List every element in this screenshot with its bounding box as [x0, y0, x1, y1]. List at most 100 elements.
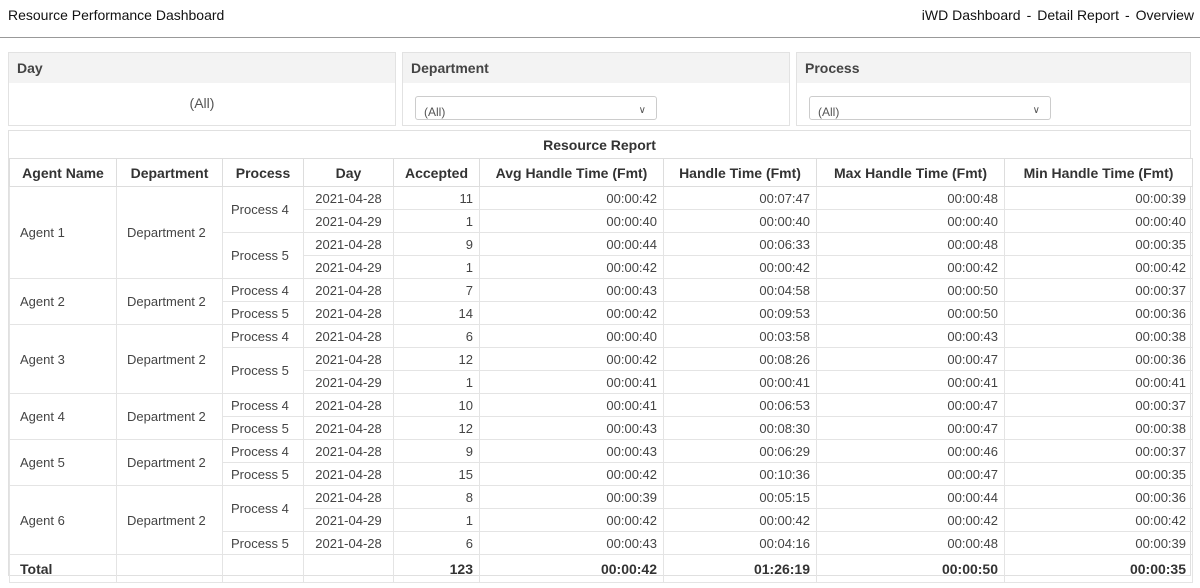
process-cell: Process 4	[222, 186, 304, 233]
avg-handle-time-cell: 00:00:39	[479, 485, 664, 509]
col-header-department[interactable]: Department	[116, 158, 223, 187]
handle-time-cell: 00:03:58	[663, 324, 817, 348]
agent-name-cell: Agent 1	[9, 186, 117, 279]
department-cell: Department 2	[116, 186, 223, 279]
min-handle-time-cell: 00:00:37	[1004, 393, 1193, 417]
avg-handle-time-cell: 00:00:44	[479, 232, 664, 256]
avg-handle-time-cell: 00:00:41	[479, 393, 664, 417]
day-cell: 2021-04-28	[303, 462, 394, 486]
handle-time-cell: 00:07:47	[663, 186, 817, 210]
avg-handle-time-cell: 00:00:42	[479, 347, 664, 371]
max-handle-time-cell: 00:00:43	[816, 324, 1005, 348]
accepted-cell: 6	[393, 324, 480, 348]
nav-breadcrumb: iWD Dashboard - Detail Report - Overview	[922, 7, 1194, 23]
avg-handle-time-cell: 00:00:43	[479, 531, 664, 555]
process-cell: Process 4	[222, 324, 304, 348]
handle-time-cell: 00:06:29	[663, 439, 817, 463]
accepted-cell: 12	[393, 347, 480, 371]
accepted-cell: 9	[393, 232, 480, 256]
process-filter: Process (All) ∨	[796, 52, 1191, 126]
min-handle-time-cell: 00:00:42	[1004, 255, 1193, 279]
total-empty-cell	[303, 554, 394, 583]
max-handle-time-cell: 00:00:50	[816, 278, 1005, 302]
day-filter-value[interactable]: (All)	[9, 83, 395, 111]
department-cell: Department 2	[116, 439, 223, 486]
max-handle-time-cell: 00:00:41	[816, 370, 1005, 394]
total-empty-cell	[116, 554, 223, 583]
max-handle-time-cell: 00:00:47	[816, 416, 1005, 440]
day-cell: 2021-04-29	[303, 370, 394, 394]
day-cell: 2021-04-28	[303, 347, 394, 371]
agent-name-cell: Agent 6	[9, 485, 117, 555]
process-filter-label: Process	[797, 53, 1190, 83]
col-header-max-handle-time[interactable]: Max Handle Time (Fmt)	[816, 158, 1005, 187]
nav-detail-report[interactable]: Detail Report	[1037, 7, 1119, 23]
department-cell: Department 2	[116, 324, 223, 394]
day-cell: 2021-04-28	[303, 485, 394, 509]
table-row: Agent 2 Department 2 Process 4 2021-04-28 7 0…	[9, 278, 1193, 325]
min-handle-time-cell: 00:00:39	[1004, 186, 1193, 210]
table-row: Agent 1 Department 2 Process 4 2021-04-28 11…	[9, 186, 1193, 279]
avg-handle-time-cell: 00:00:41	[479, 370, 664, 394]
handle-time-cell: 00:00:42	[663, 508, 817, 532]
day-cell: 2021-04-28	[303, 439, 394, 463]
accepted-cell: 9	[393, 439, 480, 463]
avg-handle-time-cell: 00:00:42	[479, 301, 664, 325]
process-cell: Process 5	[222, 416, 304, 440]
day-cell: 2021-04-28	[303, 301, 394, 325]
handle-time-cell: 00:06:33	[663, 232, 817, 256]
day-cell: 2021-04-28	[303, 232, 394, 256]
col-header-day[interactable]: Day	[303, 158, 394, 187]
min-handle-time-cell: 00:00:35	[1004, 232, 1193, 256]
chevron-down-icon: ∨	[1032, 105, 1040, 116]
max-handle-time-cell: 00:00:40	[816, 209, 1005, 233]
min-handle-time-cell: 00:00:40	[1004, 209, 1193, 233]
process-select[interactable]: (All) ∨	[809, 96, 1051, 120]
max-handle-time-cell: 00:00:50	[816, 301, 1005, 325]
nav-overview[interactable]: Overview	[1136, 7, 1194, 23]
accepted-cell: 15	[393, 462, 480, 486]
col-header-min-handle-time[interactable]: Min Handle Time (Fmt)	[1004, 158, 1193, 187]
process-cell: Process 5	[222, 531, 304, 555]
agent-name-cell: Agent 2	[9, 278, 117, 325]
day-cell: 2021-04-29	[303, 255, 394, 279]
day-cell: 2021-04-29	[303, 508, 394, 532]
accepted-cell: 14	[393, 301, 480, 325]
report-title: Resource Report	[543, 137, 656, 153]
max-handle-time-cell: 00:00:48	[816, 186, 1005, 210]
day-cell: 2021-04-28	[303, 324, 394, 348]
department-select-value: (All)	[424, 105, 446, 119]
avg-handle-time-cell: 00:00:42	[479, 186, 664, 210]
accepted-cell: 12	[393, 416, 480, 440]
accepted-cell: 1	[393, 508, 480, 532]
col-header-agent-name[interactable]: Agent Name	[9, 158, 117, 187]
day-cell: 2021-04-28	[303, 531, 394, 555]
min-handle-time-cell: 00:00:38	[1004, 324, 1193, 348]
col-header-process[interactable]: Process	[222, 158, 304, 187]
col-header-accepted[interactable]: Accepted	[393, 158, 480, 187]
department-filter: Department (All) ∨	[402, 52, 790, 126]
avg-handle-time-cell: 00:00:42	[479, 255, 664, 279]
agent-name-cell: Agent 5	[9, 439, 117, 486]
total-empty-cell	[222, 554, 304, 583]
department-select[interactable]: (All) ∨	[415, 96, 657, 120]
handle-time-cell: 00:06:53	[663, 393, 817, 417]
process-cell: Process 5	[222, 462, 304, 486]
min-handle-time-cell: 00:00:36	[1004, 485, 1193, 509]
department-cell: Department 2	[116, 393, 223, 440]
accepted-cell: 1	[393, 209, 480, 233]
max-handle-time-cell: 00:00:44	[816, 485, 1005, 509]
max-handle-time-cell: 00:00:48	[816, 531, 1005, 555]
top-bar: Resource Performance Dashboard iWD Dashb…	[0, 0, 1200, 38]
total-row: Total 123 00:00:42 01:26:19 00:00:50 00:…	[9, 554, 1193, 583]
handle-time-cell: 00:05:15	[663, 485, 817, 509]
col-header-handle-time[interactable]: Handle Time (Fmt)	[663, 158, 817, 187]
col-header-avg-handle-time[interactable]: Avg Handle Time (Fmt)	[479, 158, 664, 187]
handle-time-cell: 00:04:58	[663, 278, 817, 302]
nav-iwd-dashboard[interactable]: iWD Dashboard	[922, 7, 1021, 23]
nav-separator: -	[1026, 7, 1032, 23]
day-cell: 2021-04-28	[303, 278, 394, 302]
total-label: Total	[9, 554, 117, 583]
min-handle-time-cell: 00:00:36	[1004, 347, 1193, 371]
handle-time-cell: 00:00:40	[663, 209, 817, 233]
